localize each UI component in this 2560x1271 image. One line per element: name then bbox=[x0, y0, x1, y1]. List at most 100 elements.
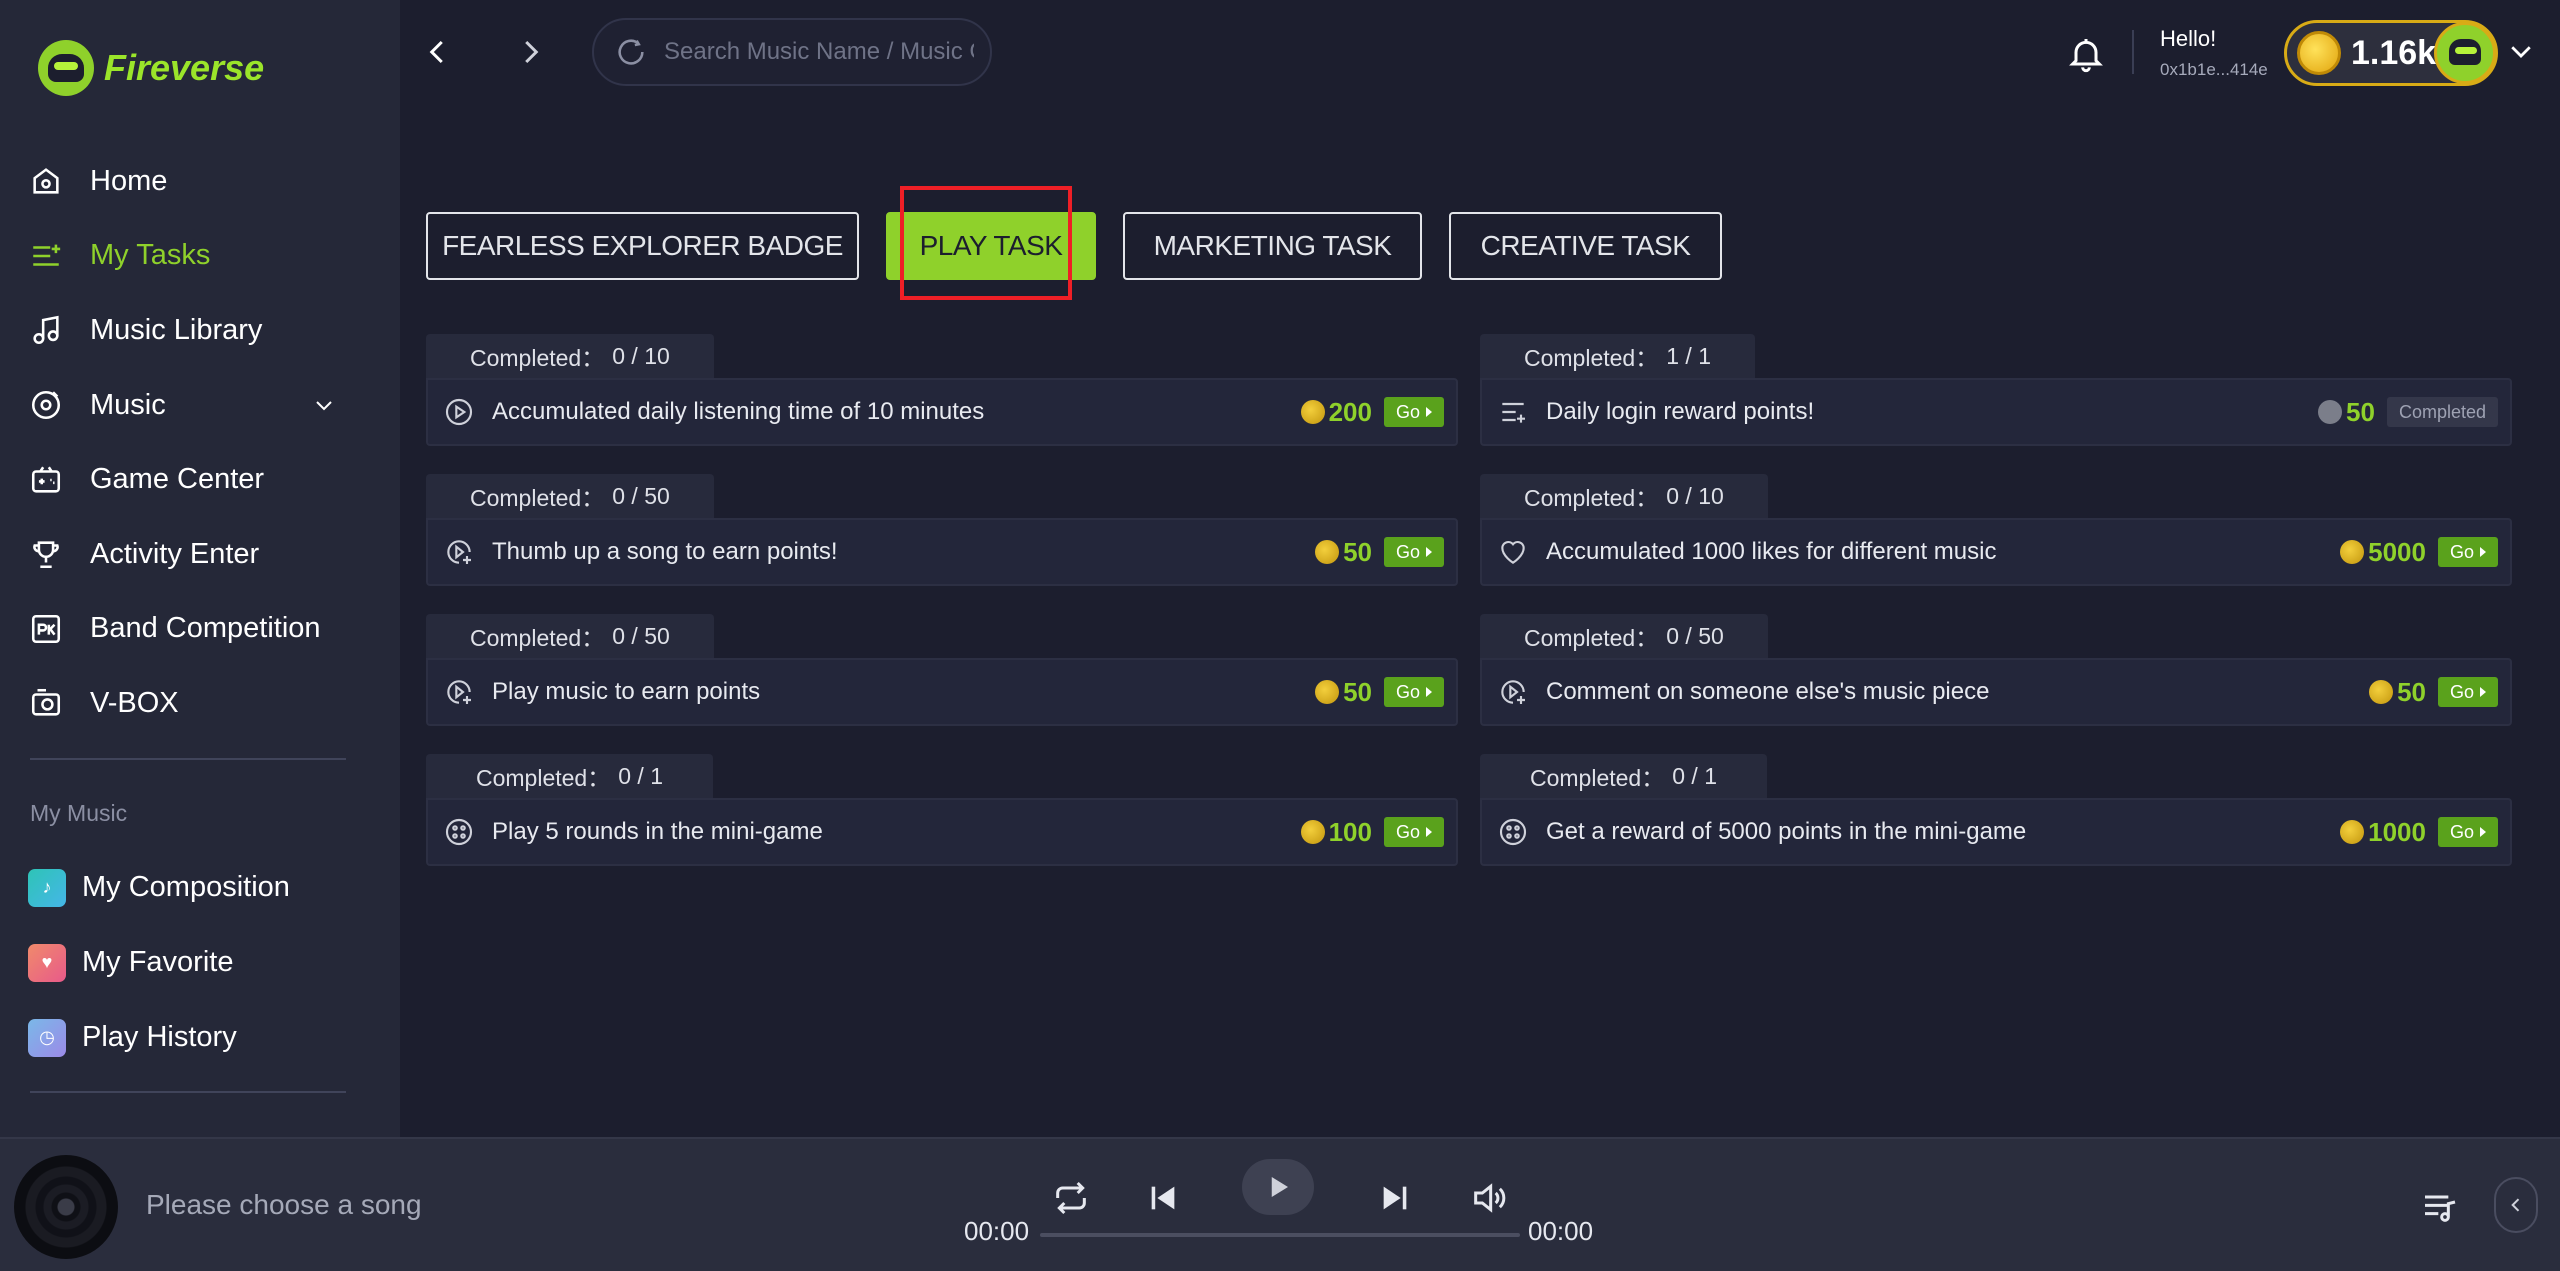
arrow-right-icon bbox=[1426, 827, 1432, 837]
wallet-address: 0x1b1e...414e bbox=[2160, 60, 2268, 79]
sidebar-item-vbox[interactable]: V-BOX bbox=[0, 666, 400, 741]
search-input[interactable] bbox=[664, 38, 974, 66]
go-button[interactable]: Go bbox=[1383, 537, 1444, 567]
collapse-player-button[interactable] bbox=[2494, 1177, 2538, 1233]
trophy-icon bbox=[28, 536, 64, 572]
sidebar-nav: Home My Tasks Music Library Music Game C… bbox=[0, 144, 400, 741]
tab-creative-task[interactable]: CREATIVE TASK bbox=[1449, 212, 1722, 280]
list-add-icon bbox=[1496, 395, 1530, 429]
task-progress: Completed： 0 / 50 bbox=[426, 474, 714, 518]
tab-fearless-explorer-badge[interactable]: FEARLESS EXPLORER BADGE bbox=[426, 212, 859, 280]
task-card: Completed： 0 / 10 Accumulated daily liste… bbox=[426, 334, 1458, 448]
coin-icon bbox=[1315, 680, 1340, 704]
go-button[interactable]: Go bbox=[2437, 677, 2498, 707]
task-progress: Completed： 0 / 50 bbox=[426, 614, 714, 658]
repeat-button[interactable] bbox=[1044, 1171, 1098, 1225]
history-icon: ◷ bbox=[28, 1018, 66, 1057]
composition-icon: ♪ bbox=[28, 868, 66, 907]
sidebar-item-my-composition[interactable]: ♪ My Composition bbox=[28, 850, 388, 925]
task-list: Completed： 0 / 10 Accumulated daily liste… bbox=[426, 334, 2516, 868]
tasks-icon bbox=[28, 238, 64, 274]
logo-text: Fireverse bbox=[104, 47, 265, 88]
chevron-down-icon[interactable] bbox=[312, 393, 336, 417]
heart-icon: ♥ bbox=[28, 943, 66, 982]
task-progress: Completed： 0 / 1 bbox=[426, 754, 713, 798]
go-button[interactable]: Go bbox=[2437, 817, 2498, 847]
tab-play-task[interactable]: PLAY TASK bbox=[886, 212, 1096, 280]
task-row: Daily login reward points! 50 Completed bbox=[1480, 378, 2512, 446]
task-title: Accumulated daily listening time of 10 m… bbox=[492, 398, 985, 425]
task-title: Accumulated 1000 likes for different mus… bbox=[1546, 538, 1997, 565]
user-greeting: Hello! 0x1b1e...414e bbox=[2160, 26, 2268, 80]
play-icon bbox=[1271, 1177, 1288, 1197]
coin-icon bbox=[2369, 680, 2394, 704]
task-progress: Completed： 1 / 1 bbox=[1480, 334, 1755, 378]
coin-icon bbox=[2340, 820, 2365, 844]
forward-button[interactable] bbox=[508, 30, 552, 74]
current-time: 00:00 bbox=[964, 1216, 1030, 1246]
sidebar-item-activity-enter[interactable]: Activity Enter bbox=[0, 517, 400, 592]
chevron-right-icon bbox=[525, 40, 539, 64]
sidebar-item-label: V-BOX bbox=[90, 686, 179, 719]
sidebar-item-label: Game Center bbox=[90, 463, 265, 496]
task-title: Get a reward of 5000 points in the mini-… bbox=[1546, 818, 2027, 845]
sidebar-item-my-tasks[interactable]: My Tasks bbox=[0, 219, 400, 294]
coin-icon bbox=[2318, 400, 2343, 424]
game-icon bbox=[442, 815, 476, 849]
chevron-down-icon[interactable] bbox=[2506, 36, 2536, 66]
task-card: Completed： 0 / 50 Comment on someone else… bbox=[1480, 614, 2512, 728]
my-music-list: ♪ My Composition ♥ My Favorite ◷ Play Hi… bbox=[28, 850, 388, 1075]
task-progress: Completed： 0 / 10 bbox=[1480, 474, 1768, 518]
progress-slider[interactable] bbox=[1040, 1233, 1520, 1237]
sidebar-item-label: Activity Enter bbox=[90, 537, 260, 570]
vinyl-disc-icon bbox=[14, 1155, 118, 1259]
task-reward: 50 bbox=[2318, 397, 2375, 428]
search-icon bbox=[618, 39, 644, 65]
playlist-icon[interactable] bbox=[2420, 1187, 2460, 1227]
task-reward: 1000 bbox=[2340, 817, 2426, 848]
task-tabs: FEARLESS EXPLORER BADGE PLAY TASK MARKET… bbox=[426, 212, 1722, 280]
tab-marketing-task[interactable]: MARKETING TASK bbox=[1123, 212, 1422, 280]
play-plus-icon bbox=[442, 675, 476, 709]
search-bar[interactable] bbox=[592, 18, 992, 86]
volume-button[interactable] bbox=[1462, 1171, 1516, 1225]
sidebar-item-home[interactable]: Home bbox=[0, 144, 400, 219]
sidebar-item-band-competition[interactable]: Band Competition bbox=[0, 592, 400, 667]
go-button[interactable]: Go bbox=[1383, 677, 1444, 707]
heart-outline-icon bbox=[1496, 535, 1530, 569]
go-button[interactable]: Go bbox=[1383, 817, 1444, 847]
sidebar-item-label: Home bbox=[90, 164, 168, 197]
task-card: Completed： 0 / 50 Play music to earn poin… bbox=[426, 614, 1458, 728]
sidebar-divider bbox=[30, 1091, 346, 1093]
sidebar-item-label: My Tasks bbox=[90, 239, 211, 272]
topbar-divider bbox=[2132, 30, 2134, 74]
logo[interactable]: Fireverse bbox=[38, 40, 264, 96]
sidebar-item-my-favorite[interactable]: ♥ My Favorite bbox=[28, 925, 388, 1000]
previous-button[interactable] bbox=[1136, 1171, 1190, 1225]
sidebar-item-music-library[interactable]: Music Library bbox=[0, 293, 400, 368]
sidebar-item-music[interactable]: Music bbox=[0, 368, 400, 443]
next-button[interactable] bbox=[1368, 1171, 1422, 1225]
now-playing: Please choose a song bbox=[146, 1189, 422, 1220]
arrow-right-icon bbox=[2480, 547, 2486, 557]
music-disc-icon bbox=[28, 387, 64, 423]
chevron-left-icon bbox=[429, 40, 443, 64]
sidebar-item-play-history[interactable]: ◷ Play History bbox=[28, 1000, 388, 1075]
play-button[interactable] bbox=[1242, 1159, 1314, 1215]
task-card: Completed： 1 / 1 Daily login reward point… bbox=[1480, 334, 2512, 448]
task-row: Play music to earn points 50 Go bbox=[426, 658, 1458, 726]
avatar[interactable] bbox=[2434, 22, 2496, 84]
app-root: Fireverse Home My Tasks Music Library Mu… bbox=[0, 0, 2560, 1271]
coin-value: 1.16k bbox=[2351, 33, 2437, 72]
sidebar-item-game-center[interactable]: Game Center bbox=[0, 442, 400, 517]
task-reward: 50 bbox=[1315, 537, 1372, 568]
go-button[interactable]: Go bbox=[2437, 537, 2498, 567]
task-progress: Completed： 0 / 1 bbox=[1480, 754, 1767, 798]
back-button[interactable] bbox=[416, 30, 460, 74]
bell-icon[interactable] bbox=[2066, 34, 2106, 74]
music-note-icon bbox=[28, 312, 64, 348]
task-progress: Completed： 0 / 10 bbox=[426, 334, 714, 378]
go-button[interactable]: Go bbox=[1383, 397, 1444, 427]
sidebar-item-label: My Favorite bbox=[82, 946, 234, 978]
sidebar-item-label: Music Library bbox=[90, 313, 263, 346]
